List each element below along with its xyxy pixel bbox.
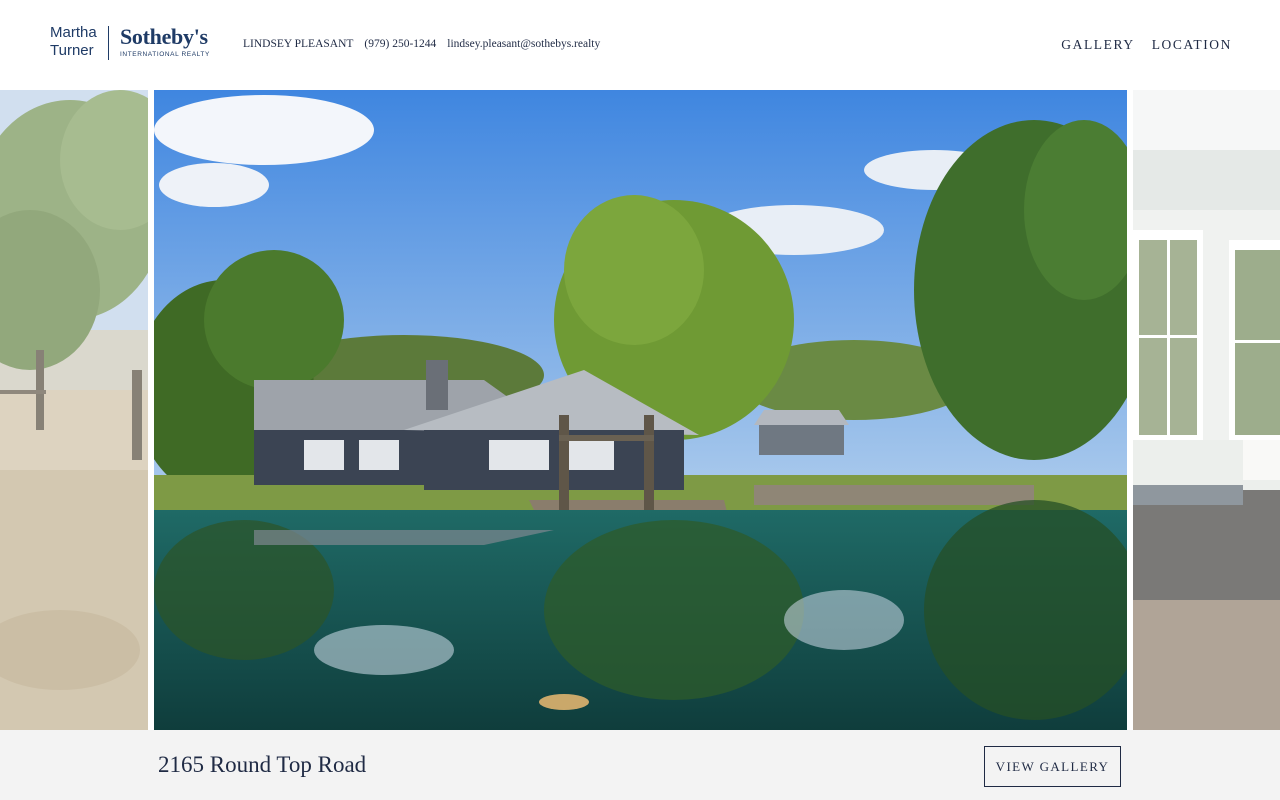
nav-gallery[interactable]: GALLERY xyxy=(1061,37,1134,53)
listing-footer: 2165 Round Top Road VIEW GALLERY xyxy=(0,730,1280,800)
brand-logo[interactable]: Martha Turner Sotheby's INTERNATIONAL RE… xyxy=(50,24,212,64)
carousel-main-slide[interactable] xyxy=(154,90,1127,730)
main-nav: GALLERY LOCATION xyxy=(1061,37,1232,53)
prev-slide-overlay xyxy=(0,90,148,730)
logo-martha-turner: Martha Turner xyxy=(50,24,104,60)
agent-contact: LINDSEY PLEASANT (979) 250-1244 lindsey.… xyxy=(243,38,600,50)
logo-sothebys: Sotheby's INTERNATIONAL REALTY xyxy=(120,24,210,58)
logo-line1: Martha xyxy=(50,24,97,41)
agent-phone[interactable]: (979) 250-1244 xyxy=(364,38,436,50)
logo-divider xyxy=(108,26,109,60)
logo-subtitle: INTERNATIONAL REALTY xyxy=(120,51,210,58)
next-slide-overlay xyxy=(1133,90,1280,730)
logo-line2: Turner xyxy=(50,42,94,59)
nav-location[interactable]: LOCATION xyxy=(1152,37,1232,53)
site-header: Martha Turner Sotheby's INTERNATIONAL RE… xyxy=(0,0,1280,90)
carousel-prev-slide[interactable] xyxy=(0,90,148,730)
photo-carousel xyxy=(0,90,1280,730)
ranch-house-photo xyxy=(154,90,1127,730)
logo-brand: Sotheby's xyxy=(120,24,208,49)
agent-email[interactable]: lindsey.pleasant@sothebys.realty xyxy=(447,38,600,50)
agent-name: LINDSEY PLEASANT xyxy=(243,38,354,50)
carousel-next-slide[interactable] xyxy=(1133,90,1280,730)
view-gallery-button[interactable]: VIEW GALLERY xyxy=(984,746,1121,787)
property-address: 2165 Round Top Road xyxy=(158,752,367,777)
